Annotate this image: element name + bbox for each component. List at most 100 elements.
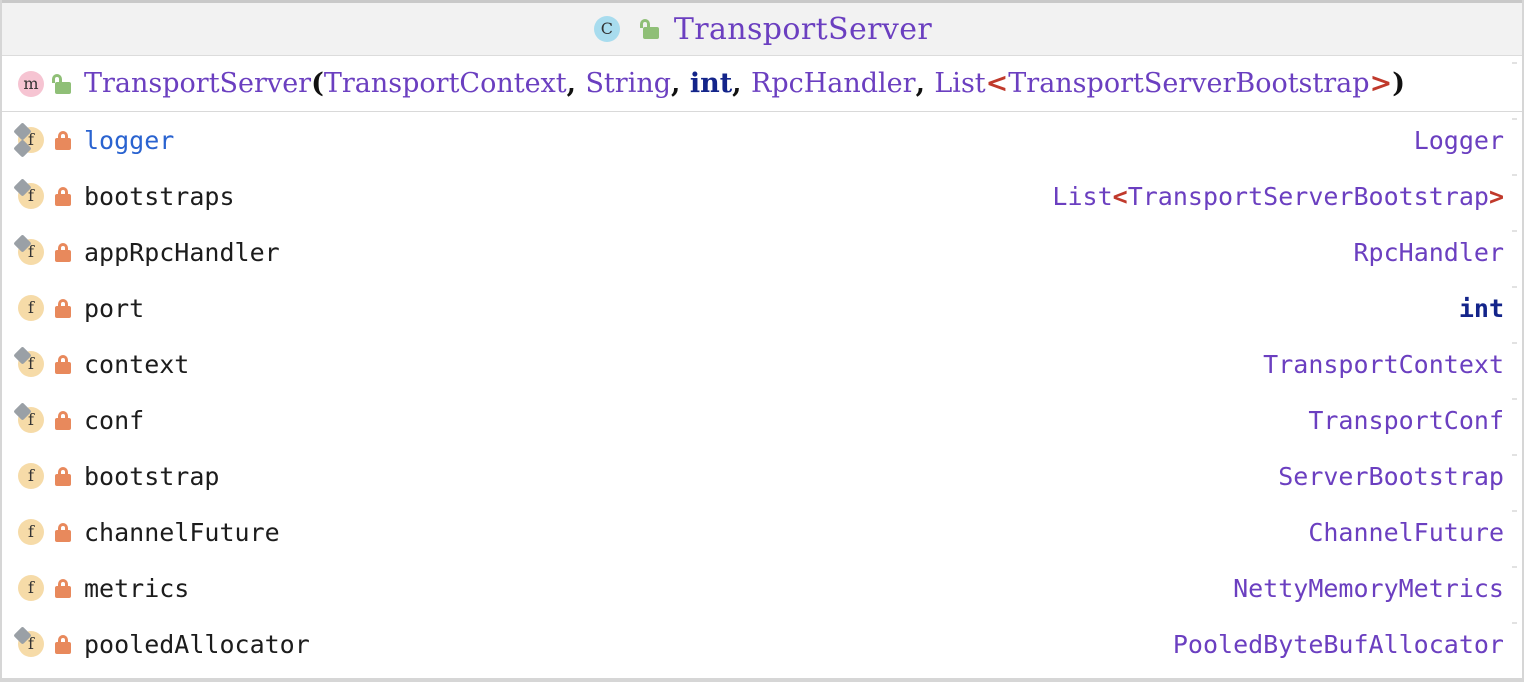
field-name: appRpcHandler xyxy=(84,237,280,267)
field-type: RpcHandler xyxy=(1353,238,1504,267)
param-token: RpcHandler xyxy=(750,68,916,99)
scrollbar-tick xyxy=(1512,230,1517,232)
field-row[interactable]: f appRpcHandler RpcHandler xyxy=(2,224,1522,280)
scrollbar-tick xyxy=(1512,62,1517,64)
type-token: < xyxy=(1112,181,1128,211)
param-token: , xyxy=(566,68,586,99)
lock-icon xyxy=(52,465,74,487)
field-icon: f xyxy=(16,461,46,491)
field-badge-letter: f xyxy=(18,519,44,545)
lock-body xyxy=(55,306,71,318)
field-type: TransportContext xyxy=(1263,350,1504,379)
field-icon: f xyxy=(13,402,46,435)
field-row[interactable]: f conf TransportConf xyxy=(2,392,1522,448)
field-icon: f xyxy=(13,346,46,379)
field-row[interactable]: f pooledAllocator PooledByteBufAllocator xyxy=(2,616,1522,672)
field-row[interactable]: f logger Logger xyxy=(2,112,1522,168)
field-name: context xyxy=(84,349,190,379)
lock-icon xyxy=(52,297,74,319)
field-icon: f xyxy=(13,122,46,158)
lock-body xyxy=(55,474,71,486)
field-badge-letter: f xyxy=(18,575,44,601)
field-icon: f xyxy=(16,293,46,323)
field-type: List<TransportServerBootstrap> xyxy=(1052,182,1504,211)
field-type: ServerBootstrap xyxy=(1278,462,1504,491)
close-paren: ) xyxy=(1392,68,1405,99)
type-token: TransportServerBootstrap xyxy=(1127,181,1489,211)
scrollbar-tick xyxy=(1512,622,1517,624)
param-token: int xyxy=(689,68,733,99)
scrollbar-tick xyxy=(1512,510,1517,512)
field-type: int xyxy=(1459,294,1504,323)
scrollbar-tick xyxy=(1512,174,1517,176)
lock-icon xyxy=(52,353,74,375)
scrollbar-tick xyxy=(1512,398,1517,400)
method-icon: m xyxy=(16,69,46,99)
class-icon: C xyxy=(592,14,622,44)
unlock-body xyxy=(55,81,71,94)
unlock-body xyxy=(642,27,659,39)
param-token: String xyxy=(585,68,671,99)
field-icon: f xyxy=(13,626,46,659)
lock-body xyxy=(55,642,71,654)
constructor-row[interactable]: m TransportServer(TransportContext, Stri… xyxy=(2,56,1522,112)
type-token: RpcHandler xyxy=(1353,237,1504,267)
type-token: > xyxy=(1488,181,1504,211)
field-name: channelFuture xyxy=(84,517,280,547)
lock-icon xyxy=(52,577,74,599)
type-token: List xyxy=(1052,181,1113,211)
clipped-row: f xyxy=(2,672,1522,680)
type-token: Logger xyxy=(1413,125,1504,155)
class-structure-panel: C TransportServer m TransportServer(Tran… xyxy=(0,0,1524,682)
type-token: ServerBootstrap xyxy=(1278,461,1504,491)
param-token: > xyxy=(1369,68,1393,99)
lock-icon xyxy=(52,409,74,431)
field-type: NettyMemoryMetrics xyxy=(1233,574,1504,603)
lock-icon xyxy=(52,241,74,263)
field-row[interactable]: f metrics NettyMemoryMetrics xyxy=(2,560,1522,616)
open-paren: ( xyxy=(311,68,324,99)
param-token: , xyxy=(915,68,935,99)
field-row[interactable]: f port int xyxy=(2,280,1522,336)
lock-icon xyxy=(52,129,74,151)
field-type: TransportConf xyxy=(1308,406,1504,435)
field-name: bootstraps xyxy=(84,181,235,211)
scrollbar-tick xyxy=(1512,118,1517,120)
type-token: TransportContext xyxy=(1263,349,1504,379)
lock-body xyxy=(55,362,71,374)
class-badge-letter: C xyxy=(593,16,620,42)
field-icon: f xyxy=(13,234,46,267)
scrollbar[interactable] xyxy=(1508,58,1520,678)
lock-body xyxy=(55,418,71,430)
lock-body xyxy=(55,138,71,150)
lock-body xyxy=(55,194,71,206)
field-name: port xyxy=(84,293,145,323)
field-row[interactable]: f channelFuture ChannelFuture xyxy=(2,504,1522,560)
field-row[interactable]: f bootstrap ServerBootstrap xyxy=(2,448,1522,504)
method-badge-letter: m xyxy=(18,70,44,97)
lock-body xyxy=(55,250,71,262)
field-name: metrics xyxy=(84,573,190,603)
field-type: Logger xyxy=(1414,126,1504,155)
clipped-row-content: f xyxy=(2,672,1522,680)
page-title: TransportServer xyxy=(673,11,933,47)
type-token: int xyxy=(1458,293,1504,323)
scrollbar-tick xyxy=(1512,566,1517,568)
lock-icon xyxy=(52,185,74,207)
panel-bottom-border xyxy=(2,678,1522,680)
type-token: PooledByteBufAllocator xyxy=(1172,629,1504,659)
field-row[interactable]: f context TransportContext xyxy=(2,336,1522,392)
field-type: PooledByteBufAllocator xyxy=(1173,630,1504,659)
param-token: TransportServerBootstrap xyxy=(1008,68,1370,99)
param-token: , xyxy=(732,68,751,99)
field-name: conf xyxy=(84,405,145,435)
class-header: C TransportServer xyxy=(2,0,1522,56)
lock-icon xyxy=(52,633,74,655)
param-token: < xyxy=(985,68,1009,99)
field-badge-letter: f xyxy=(18,295,44,321)
field-badge-letter: f xyxy=(18,463,44,489)
field-row[interactable]: f bootstraps List<TransportServerBootstrap… xyxy=(2,168,1522,224)
field-name: logger xyxy=(84,125,175,155)
param-token: List xyxy=(934,68,986,99)
field-icon: f xyxy=(13,178,46,211)
